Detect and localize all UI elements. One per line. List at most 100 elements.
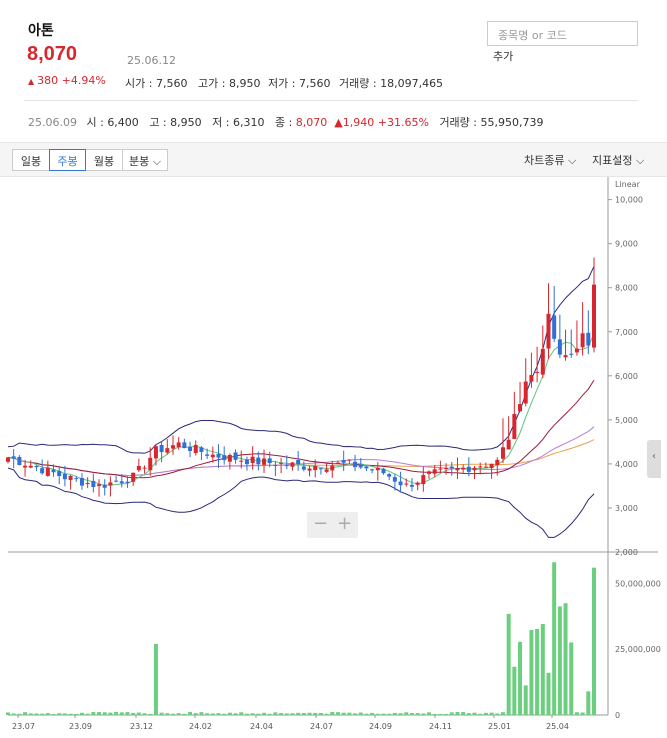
x-tick-label: 24.09: [369, 722, 392, 731]
volume-bar: [563, 603, 568, 715]
stat-low: 저가 : 7,560: [268, 77, 331, 90]
volume-bar: [159, 712, 164, 715]
volume-bar: [472, 712, 477, 715]
volume-bar: [370, 712, 375, 715]
x-tick-label: 24.04: [250, 722, 273, 731]
candle-body: [427, 471, 432, 474]
volume-bar: [495, 713, 500, 715]
tab-daily[interactable]: 일봉: [12, 149, 50, 171]
volume-bar: [210, 713, 215, 715]
tab-minute[interactable]: 분봉 ⌵: [122, 149, 168, 171]
volume-bar: [580, 712, 585, 715]
candle-body: [227, 454, 232, 462]
candle-body: [108, 482, 113, 486]
volume-bar: [353, 713, 358, 715]
x-tick-label: 23.12: [130, 722, 153, 731]
candle-body: [358, 464, 363, 468]
candle-body: [79, 477, 84, 486]
volume-bar: [91, 712, 96, 715]
candle-body: [347, 459, 352, 461]
candle-body: [239, 460, 244, 462]
candle-body: [290, 462, 295, 467]
candle-body: [17, 456, 22, 465]
current-price: 8,070: [27, 43, 78, 65]
candle-body: [398, 481, 403, 486]
volume-bar: [478, 713, 483, 715]
zoom-out-icon[interactable]: −: [313, 513, 328, 534]
candle-body: [421, 475, 426, 485]
stat-high: 고가 : 8,950: [198, 77, 261, 90]
candle-body: [102, 484, 107, 488]
tab-monthly[interactable]: 월봉: [85, 149, 123, 171]
candle-body: [512, 413, 517, 439]
candle-body: [74, 478, 79, 480]
candle-body: [51, 469, 56, 473]
candle-body: [341, 460, 346, 463]
chart-type-menu[interactable]: 차트종류 ⌵: [524, 152, 576, 168]
candle-body: [267, 458, 272, 464]
candle-body: [125, 481, 130, 483]
volume-bar: [341, 712, 346, 715]
chevron-down-icon: ⌵: [635, 154, 645, 167]
tab-weekly[interactable]: 주봉: [49, 149, 86, 171]
candle-body: [193, 444, 198, 454]
volume-bar: [17, 713, 22, 715]
candle-body: [540, 348, 545, 375]
candle-body: [216, 453, 221, 458]
volume-bar: [324, 713, 329, 715]
candle-body: [409, 484, 414, 487]
volume-bar: [222, 713, 227, 715]
volume-bar: [227, 712, 232, 715]
volume-bar: [11, 713, 16, 715]
panel-toggle-icon[interactable]: ‹: [647, 440, 661, 478]
chart-area[interactable]: 10,000 9,000 8,000 7,000 6,000 5,000 4,000 3,00…: [0, 177, 667, 738]
price-tick-label: 9,000: [615, 240, 638, 249]
volume-bar: [529, 630, 534, 715]
volume-bar: [188, 712, 193, 715]
indicator-settings-menu[interactable]: 지표설정 ⌵: [592, 152, 644, 168]
candle-body: [153, 446, 158, 459]
volume-bar: [421, 713, 426, 715]
volume-bar: [404, 712, 409, 715]
volume-bar: [540, 624, 545, 715]
divider: [24, 100, 638, 101]
candle-body: [364, 466, 369, 469]
volume-bar: [375, 713, 380, 715]
candle-body: [114, 480, 119, 482]
add-button[interactable]: 추가: [493, 48, 513, 64]
candle-body: [40, 468, 45, 474]
volume-bar: [552, 562, 557, 715]
volume-bar: [438, 713, 443, 715]
volume-bar: [233, 713, 238, 715]
candle-body: [57, 470, 62, 477]
zoom-control[interactable]: − +: [307, 512, 358, 538]
x-tick-label: 23.07: [12, 722, 35, 731]
volume-bar: [535, 628, 540, 715]
candle-body: [375, 467, 380, 471]
candle-body: [353, 461, 358, 468]
volume-bar: [313, 712, 318, 715]
change-percent: +4.94%: [61, 74, 106, 87]
volume-bar: [489, 712, 494, 715]
volume-bar: [284, 713, 289, 715]
chart-toolbar: 일봉 주봉 월봉 분봉 ⌵ 차트종류 ⌵ 지표설정 ⌵: [0, 142, 667, 177]
volume-bar: [461, 712, 466, 715]
zoom-in-icon[interactable]: +: [337, 513, 352, 534]
volume-tick-label: 0: [615, 711, 620, 720]
volume-bar: [518, 641, 523, 715]
x-tick-label: 25.04: [546, 722, 569, 731]
volume-bar: [409, 712, 414, 715]
price-tick-label: 2,000: [615, 548, 638, 557]
x-tick-label: 24.02: [189, 722, 212, 731]
search-input[interactable]: 종목명 or 코드: [487, 21, 638, 46]
volume-bar: [500, 712, 505, 715]
candle-body: [461, 467, 466, 470]
volume-bar: [267, 713, 272, 715]
price-chart[interactable]: 10,000 9,000 8,000 7,000 6,000 5,000 4,000 3,00…: [0, 177, 667, 738]
candle-body: [159, 445, 164, 453]
candle-body: [318, 468, 323, 470]
candle-body: [586, 332, 591, 346]
chevron-down-icon: ⌵: [152, 155, 162, 168]
volume-bar: [34, 713, 39, 715]
volume-bar: [79, 712, 84, 715]
